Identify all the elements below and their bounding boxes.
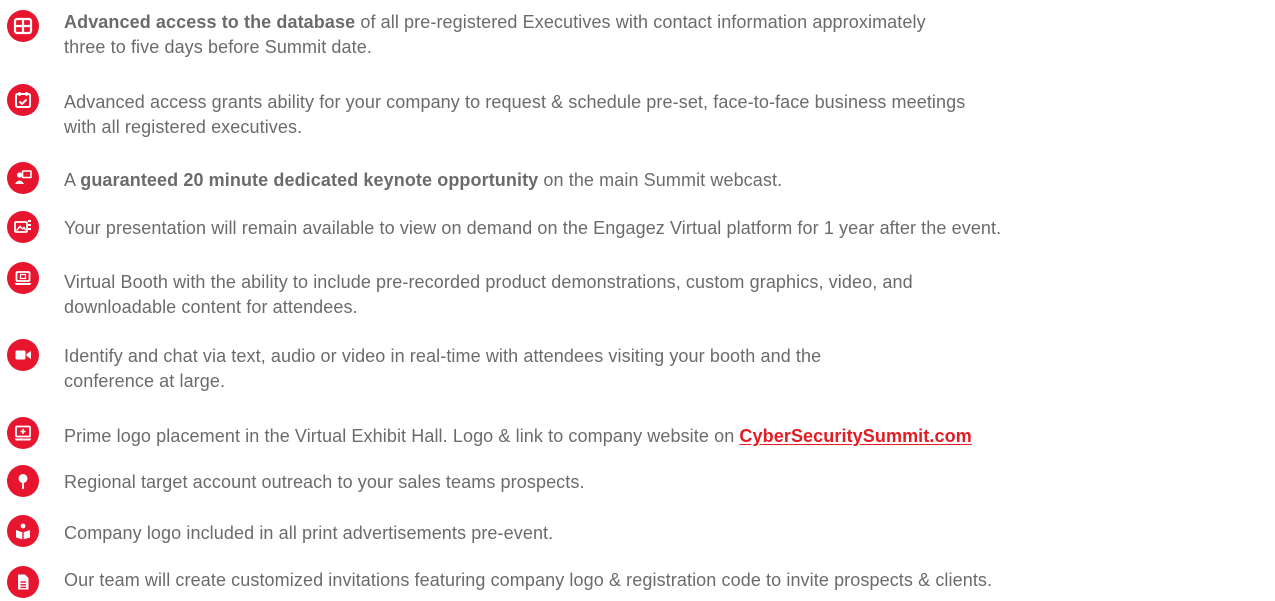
feature-text-line: Advanced access grants ability for your …: [64, 92, 966, 112]
feature-text: Advanced access grants ability for your …: [64, 90, 1254, 140]
feature-text-line: downloadable content for attendees.: [64, 297, 358, 317]
feature-text-line: Identify and chat via text, audio or vid…: [64, 346, 822, 366]
feature-text: Your presentation will remain available …: [64, 216, 1254, 241]
feature-bold-text: Advanced access to the database: [64, 12, 356, 32]
feature-text-line: Company logo included in all print adver…: [64, 523, 554, 543]
feature-text-line: three to five days before Summit date.: [64, 37, 372, 57]
feature-text-line: Our team will create customized invitati…: [64, 570, 993, 590]
laptop-play-icon: [7, 262, 39, 294]
feature-text-line: conference at large.: [64, 371, 226, 391]
feature-list: Advanced access to the database of all p…: [0, 0, 1275, 601]
monitor-icon: [7, 417, 39, 449]
media-gallery-icon: [7, 211, 39, 243]
feature-text: Company logo included in all print adver…: [64, 521, 1254, 546]
cybersecuritysummit-link[interactable]: CyberSecuritySummit.com: [739, 426, 971, 446]
feature-text-line: with all registered executives.: [64, 117, 303, 137]
feature-text: Regional target account outreach to your…: [64, 470, 1254, 495]
presenter-icon: [7, 162, 39, 194]
feature-text-line: Prime logo placement in the Virtual Exhi…: [64, 426, 740, 446]
feature-text-line: Your presentation will remain available …: [64, 218, 1002, 238]
feature-text: Prime logo placement in the Virtual Exhi…: [64, 424, 1254, 449]
document-icon: [7, 566, 39, 598]
feature-text: Advanced access to the database of all p…: [64, 10, 1254, 60]
feature-text: Our team will create customized invitati…: [64, 568, 1254, 593]
feature-text-line: of all pre-registered Executives with co…: [355, 12, 926, 32]
grid-icon: [7, 10, 39, 42]
feature-bold-text: guaranteed 20 minute dedicated keynote o…: [80, 170, 539, 190]
feature-text-prefix: A: [64, 170, 81, 190]
gift-icon: [7, 515, 39, 547]
feature-text-line: Regional target account outreach to your…: [64, 472, 585, 492]
feature-text: Virtual Booth with the ability to includ…: [64, 270, 1254, 320]
map-pin-icon: [7, 465, 39, 497]
feature-text: A guaranteed 20 minute dedicated keynote…: [64, 168, 1254, 193]
feature-text: Identify and chat via text, audio or vid…: [64, 344, 1254, 394]
feature-text-line: Virtual Booth with the ability to includ…: [64, 272, 913, 292]
feature-text-suffix: on the main Summit webcast.: [538, 170, 783, 190]
calendar-check-icon: [7, 84, 39, 116]
video-camera-icon: [7, 339, 39, 371]
